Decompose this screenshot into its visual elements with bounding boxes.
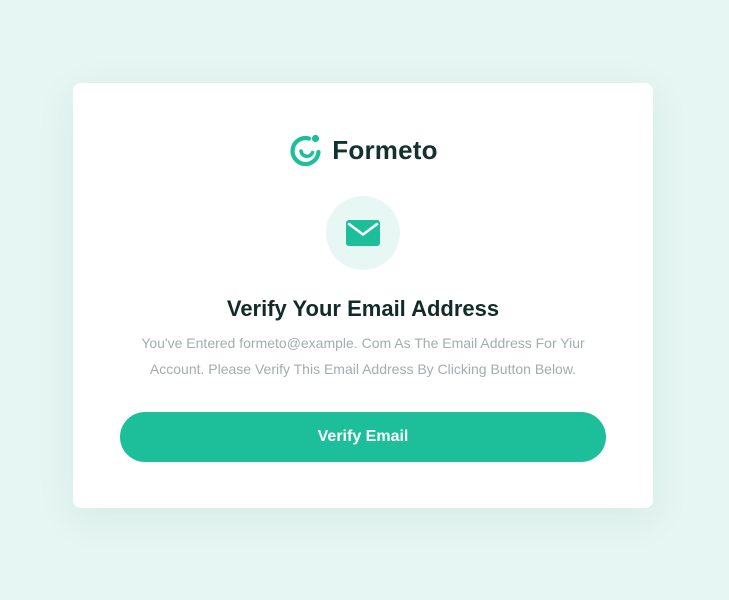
brand-logo: Formeto [73, 130, 653, 170]
instruction-line-2: Account. Please Verify This Email Addres… [149, 361, 577, 377]
verify-email-card: Formeto Verify Your Email Address You've… [73, 83, 653, 508]
envelope-icon [346, 220, 380, 246]
instruction-text: You've Entered formeto@example. Com As T… [113, 330, 613, 382]
email-badge [326, 196, 400, 270]
verify-email-button[interactable]: Verify Email [120, 412, 606, 462]
formeto-logo-icon [290, 134, 321, 167]
page-title: Verify Your Email Address [226, 296, 500, 321]
brand-name: Formeto [332, 134, 438, 165]
instruction-line-1: You've Entered formeto@example. Com As T… [141, 335, 585, 351]
